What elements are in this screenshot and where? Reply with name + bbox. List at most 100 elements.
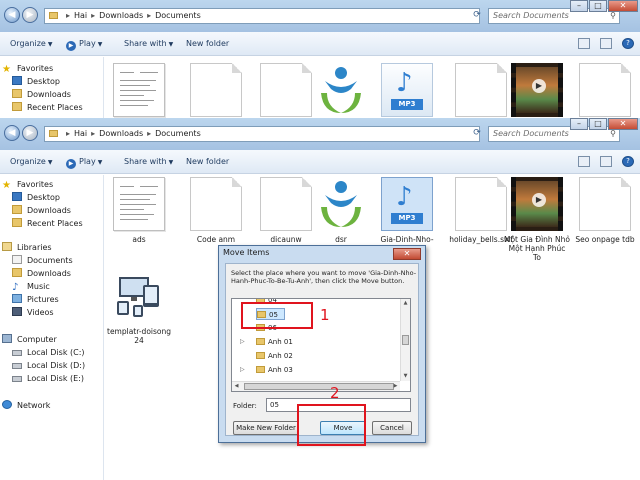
file-list: ♪ MP3 ▶ bbox=[106, 57, 640, 118]
nav-item-local-disk-d[interactable]: Local Disk (D:) bbox=[12, 360, 85, 372]
nav-item-desktop[interactable]: Desktop bbox=[12, 192, 60, 204]
help-icon[interactable]: ? bbox=[622, 38, 634, 49]
command-bar: Organize ▼ ▶ Play ▼ Share with ▼ New folder … bbox=[0, 150, 640, 174]
nav-item-pictures[interactable]: Pictures bbox=[12, 294, 59, 306]
vertical-scrollbar[interactable]: ▲ ▼ bbox=[400, 299, 410, 381]
breadcrumb-item[interactable]: Downloads bbox=[99, 11, 143, 20]
nav-libraries[interactable]: Libraries bbox=[2, 242, 52, 254]
tree-item-label: Anh 01 bbox=[268, 338, 293, 346]
close-icon[interactable]: ✕ bbox=[393, 248, 421, 260]
nav-item-videos[interactable]: Videos bbox=[12, 307, 54, 319]
breadcrumb-item[interactable]: Hai bbox=[74, 11, 87, 20]
step-2-label: 2 bbox=[330, 384, 340, 402]
cancel-button[interactable]: Cancel bbox=[372, 421, 412, 435]
breadcrumb-item[interactable]: Documents bbox=[155, 11, 201, 20]
dialog-title: Move Items bbox=[223, 248, 270, 257]
forward-arrow-icon[interactable]: ▶ bbox=[22, 125, 38, 141]
view-controls: ? bbox=[578, 156, 634, 167]
play-button[interactable]: ▶ Play ▼ bbox=[66, 157, 102, 169]
tree-item[interactable]: Anh 02 bbox=[256, 350, 293, 362]
nav-label: Computer bbox=[17, 335, 57, 344]
nav-label: Music bbox=[27, 282, 50, 291]
blank-file-icon bbox=[579, 177, 631, 231]
nav-network[interactable]: Network bbox=[2, 400, 50, 412]
nav-item-recent-places[interactable]: Recent Places bbox=[12, 218, 83, 230]
nav-label: Downloads bbox=[27, 90, 71, 99]
nav-computer[interactable]: Computer bbox=[2, 334, 57, 346]
make-new-folder-button[interactable]: Make New Folder bbox=[233, 421, 299, 435]
desktop-icon bbox=[12, 76, 22, 85]
view-options-icon[interactable] bbox=[578, 156, 590, 167]
organize-button[interactable]: Organize ▼ bbox=[10, 157, 52, 166]
recent-places-icon bbox=[12, 218, 22, 227]
expand-icon[interactable]: ▷ bbox=[240, 336, 245, 348]
pictures-icon bbox=[12, 294, 22, 303]
minimize-icon[interactable]: – bbox=[570, 118, 588, 130]
breadcrumb-item[interactable]: Hai bbox=[74, 129, 87, 138]
scroll-thumb[interactable] bbox=[244, 383, 394, 390]
refresh-icon[interactable]: ⟳ bbox=[470, 126, 484, 142]
scroll-left-icon[interactable]: ◀ bbox=[232, 382, 241, 391]
breadcrumb-item[interactable]: Documents bbox=[155, 129, 201, 138]
scroll-down-icon[interactable]: ▼ bbox=[401, 372, 410, 381]
refresh-icon[interactable]: ⟳ bbox=[470, 8, 484, 24]
new-folder-button[interactable]: New folder bbox=[186, 39, 229, 48]
file-name: templatr-doisong 24 bbox=[107, 327, 171, 345]
disk-drive-icon bbox=[12, 376, 22, 382]
document-thumbnail bbox=[113, 63, 165, 117]
share-with-button[interactable]: Share with ▼ bbox=[124, 157, 173, 166]
expand-icon[interactable]: ▷ bbox=[240, 364, 245, 376]
close-icon[interactable]: ✕ bbox=[608, 0, 638, 12]
breadcrumb-item[interactable]: Downloads bbox=[99, 129, 143, 138]
downloads-folder-icon bbox=[12, 205, 22, 214]
nav-favorites[interactable]: ★ Favorites bbox=[2, 179, 53, 191]
logo-thumbnail bbox=[315, 63, 367, 117]
nav-item-recent-places[interactable]: Recent Places bbox=[12, 102, 83, 114]
tree-item[interactable]: ▷ Anh 01 bbox=[240, 336, 293, 348]
play-icon: ▶ bbox=[66, 159, 76, 169]
chevron-down-icon: ▼ bbox=[47, 159, 53, 166]
maximize-icon[interactable]: □ bbox=[589, 0, 607, 12]
nav-item-downloads-library[interactable]: Downloads bbox=[12, 268, 71, 280]
view-options-icon[interactable] bbox=[578, 38, 590, 49]
nav-item-local-disk-c[interactable]: Local Disk (C:) bbox=[12, 347, 85, 359]
back-arrow-icon[interactable]: ◀ bbox=[4, 125, 20, 141]
help-icon[interactable]: ? bbox=[622, 156, 634, 167]
back-arrow-icon[interactable]: ◀ bbox=[4, 7, 20, 23]
scroll-thumb[interactable] bbox=[402, 335, 409, 345]
folder-icon bbox=[256, 366, 265, 373]
forward-arrow-icon[interactable]: ▶ bbox=[22, 7, 38, 23]
folder-icon bbox=[49, 130, 58, 137]
nav-favorites[interactable]: ★ Favorites bbox=[2, 63, 53, 75]
file-name: dsr bbox=[335, 235, 347, 244]
play-icon: ▶ bbox=[66, 41, 76, 51]
share-with-button[interactable]: Share with ▼ bbox=[124, 39, 173, 48]
nav-item-downloads[interactable]: Downloads bbox=[12, 205, 71, 217]
maximize-icon[interactable]: □ bbox=[589, 118, 607, 130]
new-folder-label: New folder bbox=[186, 39, 230, 48]
preview-pane-icon[interactable] bbox=[600, 156, 612, 167]
nav-item-music[interactable]: ♪ Music bbox=[12, 281, 50, 293]
nav-item-local-disk-e[interactable]: Local Disk (E:) bbox=[12, 373, 84, 385]
computer-icon bbox=[2, 334, 12, 343]
nav-item-documents[interactable]: Documents bbox=[12, 255, 73, 267]
nav-item-desktop[interactable]: Desktop bbox=[12, 76, 60, 88]
devices-thumbnail bbox=[113, 269, 165, 323]
address-bar[interactable]: ▸ Hai ▸ Downloads ▸ Documents bbox=[44, 126, 480, 142]
address-bar[interactable]: ▸ Hai ▸ Downloads ▸ Documents bbox=[44, 8, 480, 24]
scroll-up-icon[interactable]: ▲ bbox=[401, 299, 410, 308]
nav-item-downloads[interactable]: Downloads bbox=[12, 89, 71, 101]
tree-item[interactable]: ▷ Anh 03 bbox=[240, 364, 293, 376]
close-icon[interactable]: ✕ bbox=[608, 118, 638, 130]
preview-pane-icon[interactable] bbox=[600, 38, 612, 49]
documents-icon bbox=[12, 255, 22, 264]
nav-label: Desktop bbox=[27, 193, 60, 202]
chevron-down-icon: ▼ bbox=[168, 41, 174, 48]
minimize-icon[interactable]: – bbox=[570, 0, 588, 12]
scroll-right-icon[interactable]: ▶ bbox=[391, 382, 400, 391]
new-folder-button[interactable]: New folder bbox=[186, 157, 229, 166]
videos-icon bbox=[12, 307, 22, 316]
horizontal-scrollbar[interactable]: ◀ ▶ bbox=[232, 381, 400, 391]
organize-button[interactable]: Organize ▼ bbox=[10, 39, 52, 48]
play-button[interactable]: ▶ Play ▼ bbox=[66, 39, 102, 51]
